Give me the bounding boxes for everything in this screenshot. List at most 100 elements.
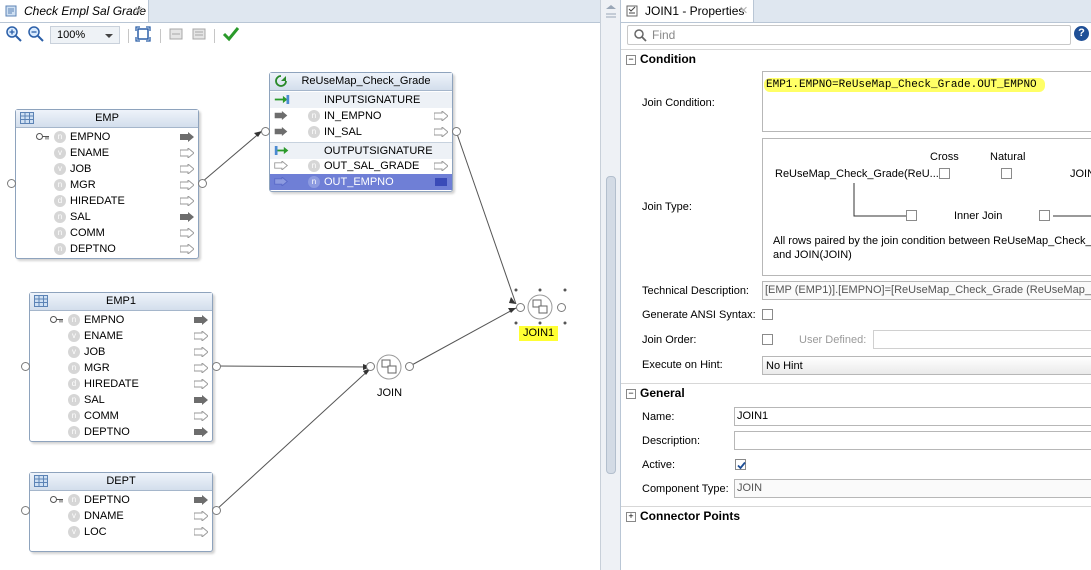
attribute-row[interactable]: n EMPNO bbox=[16, 129, 198, 145]
check-icon bbox=[737, 461, 746, 470]
attribute-row[interactable]: n OUT_SAL_GRADE bbox=[270, 158, 452, 174]
node-title: DEPT bbox=[106, 475, 136, 487]
arrow-right-icon bbox=[434, 127, 448, 137]
attribute-row[interactable]: v DNAME bbox=[30, 508, 212, 524]
scroll-up-icon[interactable] bbox=[605, 4, 617, 24]
output-connector[interactable] bbox=[212, 362, 221, 371]
attribute-row[interactable]: n MGR bbox=[30, 360, 212, 376]
numeric-type-icon: n bbox=[308, 160, 320, 172]
node-emp[interactable]: EMP n EMPNO v ENAME v JOB n MGR d HIREDATE n SAL n CO… bbox=[15, 109, 199, 259]
divider bbox=[621, 506, 1091, 507]
collapse-icon[interactable]: − bbox=[626, 54, 636, 65]
attribute-row[interactable]: v ENAME bbox=[30, 328, 212, 344]
execute-on-hint-label: Execute on Hint: bbox=[642, 359, 723, 371]
attribute-row[interactable]: n DEPTNO bbox=[30, 492, 212, 508]
section-connector-points[interactable]: + Connector Points bbox=[626, 509, 740, 523]
tab-label: JOIN1 - Properties bbox=[645, 4, 745, 18]
node-emp1[interactable]: EMP1 n EMPNO v ENAME v JOB n MGR d HIREDATE n SAL n C… bbox=[29, 292, 213, 442]
node-reusemap-check-grade[interactable]: ReUseMap_Check_Grade INPUTSIGNATURE n IN… bbox=[269, 72, 453, 192]
left-outer-checkbox[interactable] bbox=[906, 210, 917, 221]
attribute-row[interactable]: n IN_SAL bbox=[270, 124, 452, 140]
numeric-type-icon: n bbox=[54, 211, 66, 223]
signature-row: OUTPUTSIGNATURE bbox=[270, 142, 452, 159]
numeric-type-icon: n bbox=[68, 314, 80, 326]
attribute-row[interactable]: v JOB bbox=[16, 161, 198, 177]
join-order-checkbox[interactable] bbox=[762, 334, 773, 345]
varchar-type-icon: v bbox=[68, 510, 80, 522]
node-dept[interactable]: DEPT n DEPTNO v DNAME v LOC bbox=[29, 472, 213, 552]
join-type-description: and JOIN(JOIN) bbox=[773, 249, 852, 261]
section-title: General bbox=[640, 386, 685, 400]
attribute-row[interactable]: n SAL bbox=[16, 209, 198, 225]
arrow-right-icon bbox=[180, 244, 194, 254]
row-label: LOC bbox=[84, 526, 107, 538]
section-general[interactable]: − General bbox=[626, 386, 685, 400]
attribute-row-selected[interactable]: n OUT_EMPNO bbox=[270, 174, 452, 190]
name-field[interactable]: JOIN1 bbox=[734, 407, 1091, 426]
varchar-type-icon: v bbox=[68, 526, 80, 538]
right-outer-checkbox[interactable] bbox=[1039, 210, 1050, 221]
expand-icon[interactable]: + bbox=[626, 511, 636, 522]
properties-panel: JOIN1 - Properties ✕ Find ? − Condition J… bbox=[620, 0, 1091, 570]
output-signature-icon bbox=[274, 146, 289, 155]
ansi-syntax-checkbox[interactable] bbox=[762, 309, 773, 320]
section-condition[interactable]: − Condition bbox=[626, 52, 696, 66]
execute-on-hint-select[interactable]: No Hint bbox=[762, 356, 1091, 375]
collapse-icon[interactable]: − bbox=[626, 388, 636, 399]
attribute-row[interactable]: n EMPNO bbox=[30, 312, 212, 328]
attribute-row[interactable]: v ENAME bbox=[16, 145, 198, 161]
row-label: SAL bbox=[70, 211, 91, 223]
numeric-type-icon: n bbox=[308, 126, 320, 138]
attribute-row[interactable]: n DEPTNO bbox=[16, 241, 198, 257]
attribute-row[interactable]: n SAL bbox=[30, 392, 212, 408]
attribute-row[interactable]: n IN_EMPNO bbox=[270, 108, 452, 124]
input-connector[interactable] bbox=[261, 127, 270, 136]
arrow-right-icon bbox=[435, 178, 447, 186]
help-icon[interactable]: ? bbox=[1074, 26, 1089, 41]
vertical-scrollbar[interactable] bbox=[600, 0, 621, 570]
description-field[interactable] bbox=[734, 431, 1091, 450]
attribute-row[interactable]: d HIREDATE bbox=[16, 193, 198, 209]
attribute-row[interactable]: d HIREDATE bbox=[30, 376, 212, 392]
active-checkbox[interactable] bbox=[735, 459, 746, 470]
input-connector[interactable] bbox=[366, 362, 375, 371]
output-connector[interactable] bbox=[557, 303, 566, 312]
row-label: HIREDATE bbox=[70, 195, 125, 207]
scroll-thumb[interactable] bbox=[606, 176, 616, 474]
find-placeholder: Find bbox=[652, 28, 676, 42]
join-component[interactable] bbox=[372, 352, 406, 382]
row-label: IN_SAL bbox=[324, 126, 362, 138]
output-connector[interactable] bbox=[212, 506, 221, 515]
row-label: EMPNO bbox=[70, 131, 111, 143]
input-connector[interactable] bbox=[21, 362, 30, 371]
user-defined-field[interactable] bbox=[873, 330, 1091, 349]
row-label: DNAME bbox=[84, 510, 124, 522]
find-input[interactable]: Find bbox=[627, 25, 1071, 45]
varchar-type-icon: v bbox=[68, 346, 80, 358]
numeric-type-icon: n bbox=[54, 227, 66, 239]
attribute-row[interactable]: v JOB bbox=[30, 344, 212, 360]
join-condition-field[interactable]: EMP1.EMPNO=ReUseMap_Check_Grade.OUT_EMPN… bbox=[762, 71, 1091, 132]
input-connector[interactable] bbox=[516, 303, 525, 312]
output-connector[interactable] bbox=[452, 127, 461, 136]
technical-description-field[interactable]: [EMP (EMP1)].[EMPNO]=[ReUseMap_Check_Gra… bbox=[762, 281, 1091, 300]
close-icon[interactable]: ✕ bbox=[739, 0, 748, 22]
input-connector[interactable] bbox=[21, 506, 30, 515]
output-connector[interactable] bbox=[405, 362, 414, 371]
attribute-row[interactable]: v LOC bbox=[30, 524, 212, 540]
attribute-row[interactable]: n DEPTNO bbox=[30, 424, 212, 440]
date-type-icon: d bbox=[54, 195, 66, 207]
attribute-row[interactable]: n COMM bbox=[30, 408, 212, 424]
input-connector[interactable] bbox=[7, 179, 16, 188]
attribute-row[interactable]: n MGR bbox=[16, 177, 198, 193]
join-label: JOIN bbox=[377, 387, 403, 399]
attribute-row[interactable]: n COMM bbox=[16, 225, 198, 241]
arrow-right-icon bbox=[434, 161, 448, 171]
date-type-icon: d bbox=[68, 378, 80, 390]
component-type-field[interactable]: JOIN bbox=[734, 479, 1091, 498]
output-connector[interactable] bbox=[198, 179, 207, 188]
row-label: COMM bbox=[84, 410, 119, 422]
arrow-right-icon bbox=[194, 331, 208, 341]
tab-join1-properties[interactable]: JOIN1 - Properties ✕ bbox=[621, 0, 754, 22]
join-type-panel: Cross Natural ReUseMap_Check_Grade(ReU..… bbox=[762, 138, 1091, 276]
